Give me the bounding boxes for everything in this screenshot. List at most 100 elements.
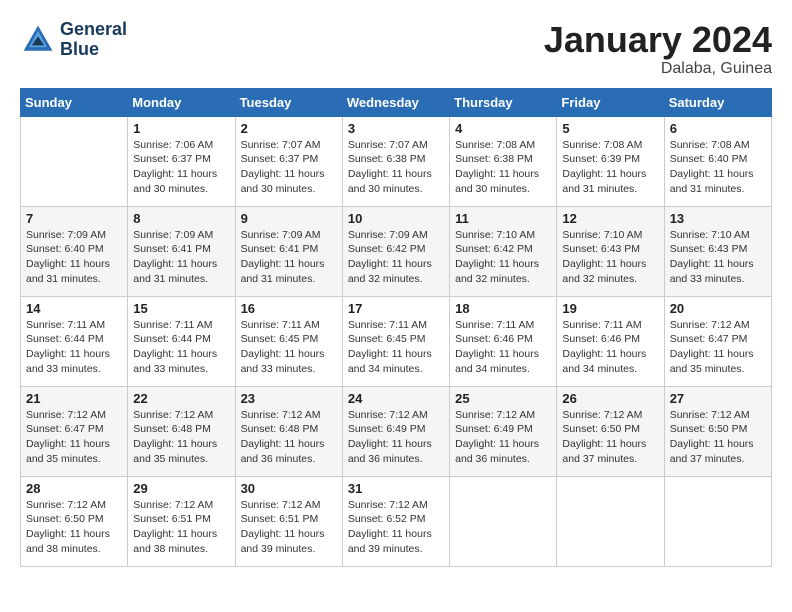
day-info: Sunrise: 7:12 AM Sunset: 6:48 PM Dayligh… [241,408,337,467]
calendar-cell: 7 Sunrise: 7:09 AM Sunset: 6:40 PM Daylig… [21,206,128,296]
day-info: Sunrise: 7:11 AM Sunset: 6:44 PM Dayligh… [26,318,122,377]
calendar-cell: 3 Sunrise: 7:07 AM Sunset: 6:38 PM Daylig… [342,116,449,206]
calendar-cell: 2 Sunrise: 7:07 AM Sunset: 6:37 PM Daylig… [235,116,342,206]
calendar-cell [557,476,664,566]
day-info: Sunrise: 7:08 AM Sunset: 6:40 PM Dayligh… [670,138,766,197]
day-number: 8 [133,211,229,226]
calendar-cell: 21 Sunrise: 7:12 AM Sunset: 6:47 PM Dayli… [21,386,128,476]
day-info: Sunrise: 7:07 AM Sunset: 6:38 PM Dayligh… [348,138,444,197]
calendar-cell: 20 Sunrise: 7:12 AM Sunset: 6:47 PM Dayli… [664,296,771,386]
calendar-cell: 4 Sunrise: 7:08 AM Sunset: 6:38 PM Daylig… [450,116,557,206]
day-number: 14 [26,301,122,316]
day-number: 12 [562,211,658,226]
calendar-cell: 18Sunrise: 7:11 AM Sunset: 6:46 PM Dayli… [450,296,557,386]
day-number: 11 [455,211,551,226]
calendar-cell: 11 Sunrise: 7:10 AM Sunset: 6:42 PM Dayli… [450,206,557,296]
calendar-cell: 13 Sunrise: 7:10 AM Sunset: 6:43 PM Dayli… [664,206,771,296]
day-number: 6 [670,121,766,136]
day-number: 16 [241,301,337,316]
calendar-cell: 16 Sunrise: 7:11 AM Sunset: 6:45 PM Dayli… [235,296,342,386]
day-number: 1 [133,121,229,136]
day-info: Sunrise: 7:09 AM Sunset: 6:42 PM Dayligh… [348,228,444,287]
calendar-cell: 31 Sunrise: 7:12 AM Sunset: 6:52 PM Dayli… [342,476,449,566]
day-info: Sunrise: 7:12 AM Sunset: 6:49 PM Dayligh… [455,408,551,467]
day-number: 4 [455,121,551,136]
day-info: Sunrise: 7:08 AM Sunset: 6:38 PM Dayligh… [455,138,551,197]
calendar-cell: 23 Sunrise: 7:12 AM Sunset: 6:48 PM Dayli… [235,386,342,476]
month-title: January 2024 [544,20,772,60]
weekday-header-row: SundayMondayTuesdayWednesdayThursdayFrid… [21,88,772,116]
calendar-cell: 17 Sunrise: 7:11 AM Sunset: 6:45 PM Dayli… [342,296,449,386]
day-info: Sunrise: 7:12 AM Sunset: 6:48 PM Dayligh… [133,408,229,467]
day-info: Sunrise: 7:11 AM Sunset: 6:45 PM Dayligh… [241,318,337,377]
weekday-header: Saturday [664,88,771,116]
calendar-cell: 15Sunrise: 7:11 AM Sunset: 6:44 PM Dayli… [128,296,235,386]
day-info: Sunrise: 7:06 AM Sunset: 6:37 PM Dayligh… [133,138,229,197]
day-info: Sunrise: 7:09 AM Sunset: 6:41 PM Dayligh… [241,228,337,287]
day-info: Sunrise: 7:10 AM Sunset: 6:42 PM Dayligh… [455,228,551,287]
day-info: Sunrise: 7:12 AM Sunset: 6:47 PM Dayligh… [26,408,122,467]
day-number: 19 [562,301,658,316]
day-info: Sunrise: 7:12 AM Sunset: 6:51 PM Dayligh… [241,498,337,557]
calendar-week-row: 7 Sunrise: 7:09 AM Sunset: 6:40 PM Daylig… [21,206,772,296]
day-number: 23 [241,391,337,406]
weekday-header: Friday [557,88,664,116]
calendar-cell [664,476,771,566]
day-number: 30 [241,481,337,496]
day-info: Sunrise: 7:12 AM Sunset: 6:47 PM Dayligh… [670,318,766,377]
day-info: Sunrise: 7:12 AM Sunset: 6:49 PM Dayligh… [348,408,444,467]
calendar-cell: 1 Sunrise: 7:06 AM Sunset: 6:37 PM Daylig… [128,116,235,206]
logo-icon [20,22,56,58]
calendar-cell: 25 Sunrise: 7:12 AM Sunset: 6:49 PM Dayli… [450,386,557,476]
day-info: Sunrise: 7:10 AM Sunset: 6:43 PM Dayligh… [670,228,766,287]
day-number: 13 [670,211,766,226]
logo: General Blue [20,20,127,60]
calendar-cell: 14 Sunrise: 7:11 AM Sunset: 6:44 PM Dayli… [21,296,128,386]
day-number: 21 [26,391,122,406]
day-info: Sunrise: 7:09 AM Sunset: 6:40 PM Dayligh… [26,228,122,287]
weekday-header: Sunday [21,88,128,116]
day-info: Sunrise: 7:12 AM Sunset: 6:52 PM Dayligh… [348,498,444,557]
calendar-cell: 29Sunrise: 7:12 AM Sunset: 6:51 PM Dayli… [128,476,235,566]
weekday-header: Tuesday [235,88,342,116]
day-number: 9 [241,211,337,226]
calendar-cell: 19 Sunrise: 7:11 AM Sunset: 6:46 PM Dayli… [557,296,664,386]
day-number: 18 [455,301,551,316]
day-number: 27 [670,391,766,406]
day-info: Sunrise: 7:12 AM Sunset: 6:50 PM Dayligh… [26,498,122,557]
day-number: 28 [26,481,122,496]
weekday-header: Wednesday [342,88,449,116]
calendar-cell: 27Sunrise: 7:12 AM Sunset: 6:50 PM Dayli… [664,386,771,476]
calendar-cell: 12Sunrise: 7:10 AM Sunset: 6:43 PM Dayli… [557,206,664,296]
day-number: 7 [26,211,122,226]
calendar-cell [21,116,128,206]
day-number: 2 [241,121,337,136]
calendar-cell: 10Sunrise: 7:09 AM Sunset: 6:42 PM Dayli… [342,206,449,296]
day-info: Sunrise: 7:07 AM Sunset: 6:37 PM Dayligh… [241,138,337,197]
calendar-cell: 22 Sunrise: 7:12 AM Sunset: 6:48 PM Dayli… [128,386,235,476]
day-number: 5 [562,121,658,136]
day-number: 31 [348,481,444,496]
day-info: Sunrise: 7:11 AM Sunset: 6:45 PM Dayligh… [348,318,444,377]
day-number: 20 [670,301,766,316]
calendar-week-row: 1 Sunrise: 7:06 AM Sunset: 6:37 PM Daylig… [21,116,772,206]
calendar-cell: 5 Sunrise: 7:08 AM Sunset: 6:39 PM Daylig… [557,116,664,206]
location-subtitle: Dalaba, Guinea [544,60,772,78]
calendar-cell [450,476,557,566]
day-number: 29 [133,481,229,496]
page-header: General Blue January 2024 Dalaba, Guinea [20,20,772,78]
day-number: 17 [348,301,444,316]
day-number: 22 [133,391,229,406]
day-number: 25 [455,391,551,406]
day-info: Sunrise: 7:11 AM Sunset: 6:46 PM Dayligh… [562,318,658,377]
day-info: Sunrise: 7:08 AM Sunset: 6:39 PM Dayligh… [562,138,658,197]
weekday-header: Monday [128,88,235,116]
calendar-cell: 24 Sunrise: 7:12 AM Sunset: 6:49 PM Dayli… [342,386,449,476]
day-number: 24 [348,391,444,406]
calendar-cell: 30 Sunrise: 7:12 AM Sunset: 6:51 PM Dayli… [235,476,342,566]
day-number: 26 [562,391,658,406]
day-info: Sunrise: 7:09 AM Sunset: 6:41 PM Dayligh… [133,228,229,287]
calendar-cell: 28 Sunrise: 7:12 AM Sunset: 6:50 PM Dayli… [21,476,128,566]
day-number: 3 [348,121,444,136]
calendar-week-row: 14 Sunrise: 7:11 AM Sunset: 6:44 PM Dayli… [21,296,772,386]
